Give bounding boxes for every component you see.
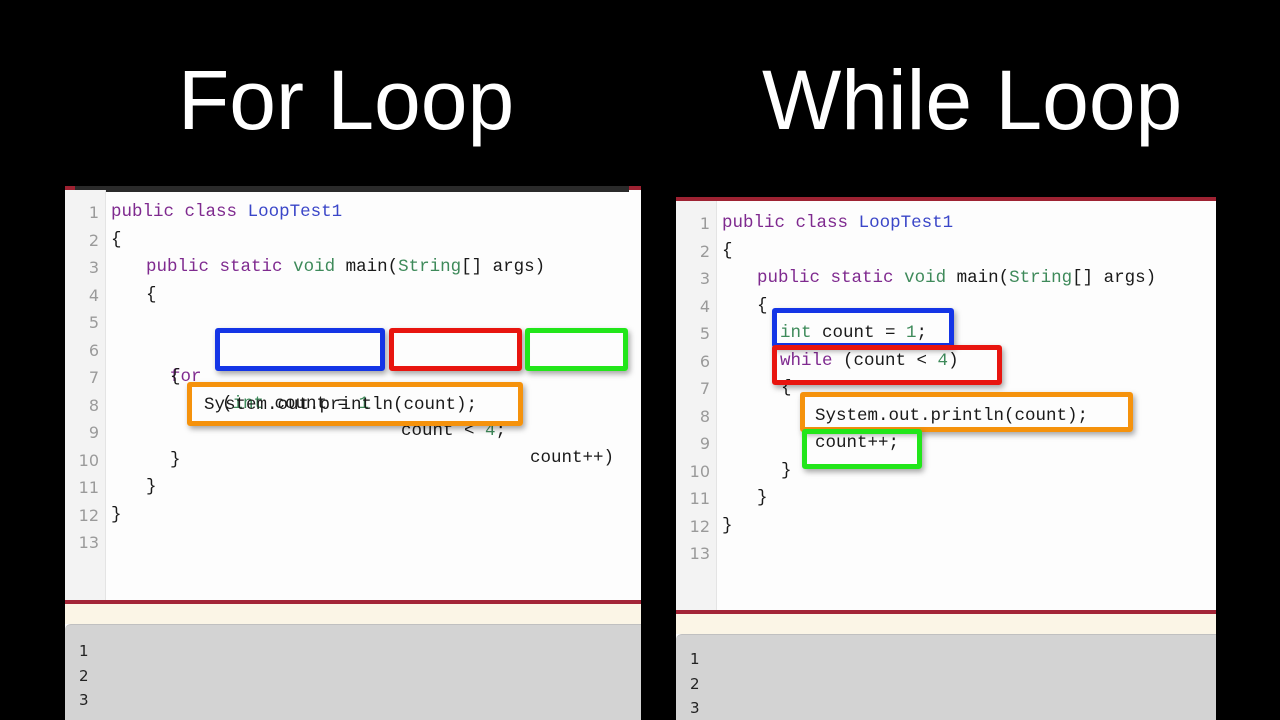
code-text: } [111,504,122,525]
code-text: } [170,449,181,470]
line-number: 7 [699,379,710,398]
output-console: 1 2 3 [65,624,641,720]
code-line: 2{ [65,227,625,254]
line-number: 9 [88,423,99,442]
code-text: main( [345,257,399,277]
code-text: [] args) [1072,268,1157,288]
keyword: public [111,202,175,222]
keyword: class [184,202,238,222]
line-number: 2 [699,241,710,261]
console-toolbar [676,614,1216,634]
console-toolbar [65,604,641,624]
keyword: public [722,213,786,233]
line-number: 11 [78,478,99,497]
code-text: } [781,460,792,481]
loop-body-highlight-box [187,382,523,426]
line-number: 3 [699,269,710,288]
type: String [398,257,462,277]
console-output: 1 2 3 [79,639,89,713]
code-line: 1 public class LoopTest1 [676,210,1216,237]
for-loop-title: For Loop [178,53,515,147]
code-text: { [757,295,768,316]
keyword: class [795,213,849,233]
line-number: 4 [699,296,710,316]
condition-highlight-box [772,345,1002,385]
code-line: 4{ [65,282,625,309]
line-number: 12 [78,505,99,525]
code-line: 12} [65,502,625,529]
code-text: main( [956,268,1010,288]
line-number: 1 [699,214,710,233]
type: String [1009,268,1073,288]
code-text: } [757,488,768,508]
keyword: static [830,268,894,288]
line-number: 5 [88,313,99,332]
initialization-highlight-box [215,328,385,371]
keyword: public [757,268,821,288]
code-line: 13 [676,540,1216,567]
editor-top-border [676,197,1216,201]
keyword: static [219,257,283,277]
line-number: 6 [699,351,710,371]
line-number: 8 [699,406,710,426]
line-number: 9 [699,434,710,453]
editor-top-shadow [75,186,629,192]
output-line: 2 [79,666,89,685]
class-name: LoopTest1 [247,202,343,222]
output-line: 3 [690,699,700,717]
line-number: 6 [88,340,99,360]
type: void [904,268,947,288]
code-line: 11} [676,485,1216,512]
line-number: 8 [88,395,99,415]
code-text: { [146,284,157,305]
code-line: 9 count++; [676,430,1216,457]
class-name: LoopTest1 [858,213,954,233]
line-number: 5 [699,324,710,343]
code-line: 10} [65,447,625,474]
console-output: 1 2 3 [690,647,700,720]
code-line: 1 public class LoopTest1 [65,199,625,226]
while-loop-editor-panel: 1 public class LoopTest1 2{ 3 public stati… [676,197,1216,720]
code-text: [] args) [461,257,546,277]
line-number: 13 [78,533,99,552]
line-number: 1 [88,203,99,222]
keyword: public [146,257,210,277]
code-text: } [146,477,157,497]
code-line: 2{ [676,238,1216,265]
loop-body-highlight-box [800,392,1133,432]
output-line: 3 [79,691,89,709]
type: void [293,257,336,277]
code-line: 13 [65,529,625,556]
line-number: 10 [78,450,99,470]
line-number: 13 [689,544,710,563]
while-loop-title: While Loop [762,53,1183,147]
code-line: 12} [676,513,1216,540]
line-number: 4 [88,285,99,305]
line-number: 10 [689,461,710,481]
line-number: 7 [88,368,99,387]
code-text: { [722,240,733,261]
output-console: 1 2 3 [676,634,1216,720]
output-line: 1 [79,642,89,660]
update-highlight-box [525,328,628,371]
update-highlight-box [802,429,922,469]
output-line: 1 [690,650,700,668]
code-text: } [722,515,733,536]
code-text: { [111,229,122,250]
condition-highlight-box [389,328,522,371]
code-line: 3 public static void main(String[] args) [65,254,625,281]
initialization-highlight-box [772,308,954,348]
line-number: 3 [88,258,99,277]
code-line: 10} [676,458,1216,485]
line-number: 12 [689,516,710,536]
output-line: 2 [690,674,700,693]
code-line: 3 public static void main(String[] args) [676,265,1216,292]
for-loop-editor-panel: 1 public class LoopTest1 2{ 3 public stati… [65,186,641,720]
code-line: 11} [65,474,625,501]
line-number: 2 [88,230,99,250]
code-text: { [170,367,181,387]
line-number: 11 [689,489,710,508]
